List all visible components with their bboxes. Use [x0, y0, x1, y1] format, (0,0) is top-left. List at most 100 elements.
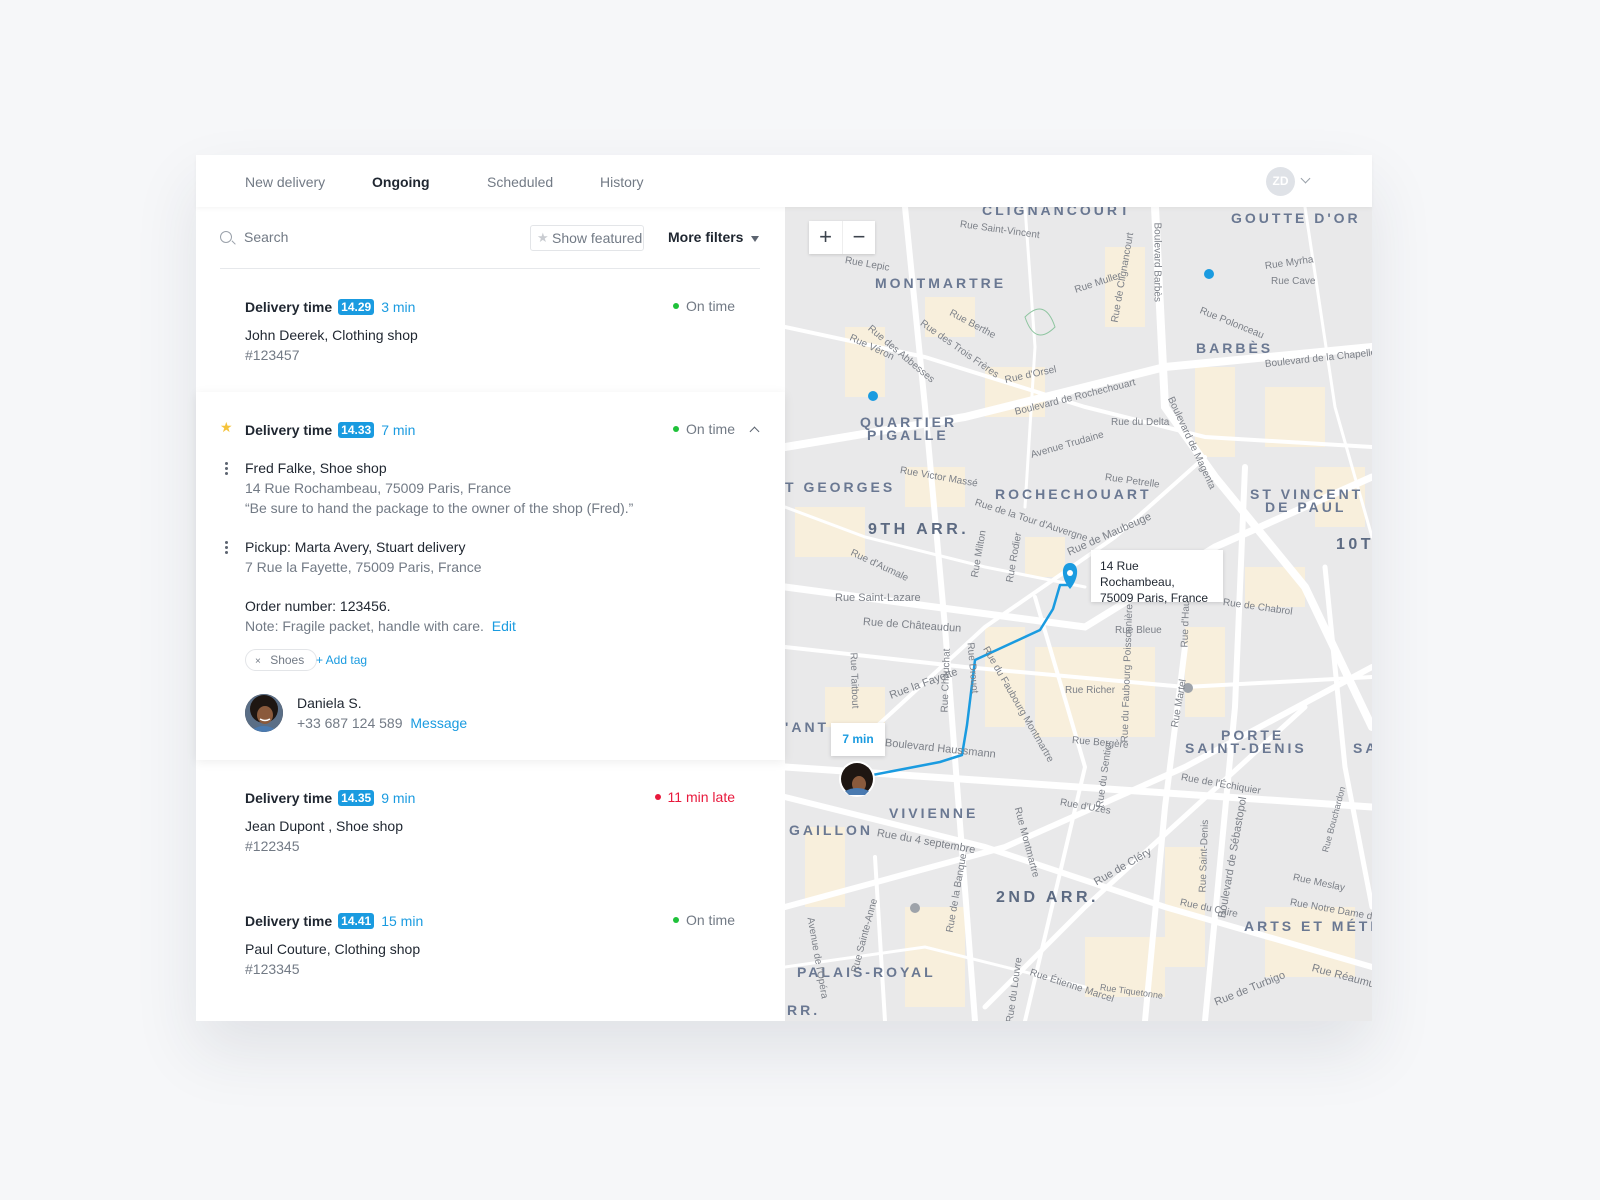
- courier-avatar: [245, 694, 283, 732]
- district-label: 2ND ARR.: [996, 889, 1099, 906]
- delivery-time-row: Delivery time 14.29 3 min: [245, 298, 415, 316]
- eta: 15 min: [381, 913, 424, 929]
- street-label: Rue Richer: [1065, 685, 1116, 696]
- status-text: On time: [685, 912, 735, 928]
- status-text: On time: [685, 421, 735, 437]
- street-label: Boulevard Barbès: [1151, 222, 1163, 303]
- tab-scheduled[interactable]: Scheduled: [487, 174, 553, 190]
- district-label: MONTMARTRE: [875, 275, 1007, 291]
- show-featured-label: Show featured: [552, 230, 643, 246]
- district-label: SAINT-DENIS: [1185, 740, 1307, 756]
- chevron-down-icon[interactable]: [1300, 173, 1311, 184]
- order-id: #123457: [245, 347, 300, 363]
- customer-name: Jean Dupont , Shoe shop: [245, 818, 404, 834]
- order-id: #122345: [245, 838, 300, 854]
- street-label: Rue Taitbout: [847, 652, 861, 709]
- delivery-time-label: Delivery time: [245, 913, 333, 929]
- district-label: SAI: [1353, 740, 1372, 756]
- courier-eta-popup: 7 min: [831, 723, 885, 756]
- user-avatar[interactable]: ZD: [1266, 167, 1295, 196]
- delivery-card[interactable]: Delivery time 14.29 3 min On time John D…: [196, 287, 785, 392]
- district-label: VIVIENNE: [889, 805, 979, 821]
- dropoff-more-icon[interactable]: [225, 462, 228, 477]
- customer-name: John Deerek, Clothing shop: [245, 327, 418, 343]
- time-badge: 14.41: [338, 913, 375, 929]
- map-marker-dot: [1204, 269, 1214, 279]
- district-label: 9TH ARR.: [868, 521, 970, 538]
- district-label: BARBÈS: [1196, 340, 1274, 356]
- popup-line: 75009 Paris, France: [1100, 591, 1209, 605]
- show-featured-button[interactable]: ★ Show featured: [530, 225, 644, 251]
- featured-star-icon[interactable]: ★: [220, 419, 233, 436]
- delivery-time-label: Delivery time: [245, 299, 333, 315]
- district-label: RR.: [787, 1002, 821, 1018]
- star-icon: ★: [537, 230, 549, 245]
- chevron-up-icon[interactable]: [749, 426, 760, 437]
- eta: 3 min: [381, 299, 416, 315]
- courier-name: Daniela S.: [297, 695, 362, 711]
- district-label: ARTS ET MÉTI: [1244, 918, 1372, 934]
- district-label: DE PAUL: [1265, 499, 1347, 515]
- status-text: 11 min late: [667, 789, 735, 805]
- district-label: 10T: [1336, 536, 1372, 553]
- zoom-out-button[interactable]: −: [842, 221, 875, 254]
- district-label: CLIGNANCOURT: [982, 207, 1132, 218]
- pickup-address: 7 Rue la Fayette, 75009 Paris, France: [245, 559, 482, 575]
- delivery-card[interactable]: Delivery time 14.35 9 min 11 min late Je…: [196, 760, 785, 883]
- status-badge: 11 min late: [654, 789, 735, 805]
- district-label: 'ANT: [785, 719, 830, 735]
- dropoff-instructions: “Be sure to hand the package to the owne…: [245, 500, 634, 516]
- status-dot-icon: [654, 794, 661, 800]
- delivery-card[interactable]: Delivery time 14.41 15 min On time Paul …: [196, 883, 785, 1006]
- delivery-time-row: Delivery time 14.41 15 min: [245, 912, 423, 930]
- search-icon: [220, 231, 232, 243]
- street-label: Rue Chauchat: [939, 648, 953, 713]
- add-tag-button[interactable]: + Add tag: [316, 653, 367, 667]
- street-label: Rue Saint-Lazare: [835, 592, 921, 604]
- district-label: GOUTTE D'OR: [1231, 210, 1361, 226]
- time-badge: 14.33: [338, 422, 375, 438]
- courier-map-avatar[interactable]: [839, 761, 875, 797]
- pickup-more-icon[interactable]: [225, 541, 228, 556]
- app-window: New delivery Ongoing Scheduled History Z…: [196, 155, 1372, 1021]
- customer-name: Paul Couture, Clothing shop: [245, 941, 421, 957]
- delivery-card-expanded[interactable]: ★ Delivery time 14.33 7 min On time Fred…: [196, 392, 785, 760]
- status-dot-icon: [672, 426, 679, 432]
- message-courier-link[interactable]: Message: [410, 715, 467, 731]
- pickup-name: Pickup: Marta Avery, Stuart delivery: [245, 539, 466, 555]
- remove-tag-icon[interactable]: ×: [255, 656, 261, 667]
- dropoff-address: 14 Rue Rochambeau, 75009 Paris, France: [245, 480, 512, 496]
- eta: 7 min: [381, 422, 416, 438]
- search-input[interactable]: [244, 229, 504, 245]
- map-marker-dot: [910, 903, 920, 913]
- popup-line: 14 Rue Rochambeau,: [1100, 559, 1175, 589]
- edit-note-link[interactable]: Edit: [492, 618, 516, 634]
- delivery-list-panel: ★ Show featured More filters Delivery ti…: [196, 207, 785, 1021]
- top-navigation: New delivery Ongoing Scheduled History Z…: [196, 155, 1372, 207]
- tag-label: Shoes: [270, 653, 305, 667]
- tab-ongoing[interactable]: Ongoing: [372, 174, 430, 190]
- zoom-in-button[interactable]: +: [809, 221, 842, 254]
- street-label: Rue du Delta: [1111, 417, 1170, 428]
- caret-down-icon[interactable]: [751, 236, 759, 242]
- tab-new-delivery[interactable]: New delivery: [245, 174, 325, 190]
- dropoff-name: Fred Falke, Shoe shop: [245, 460, 387, 476]
- filter-bar: ★ Show featured More filters: [220, 225, 760, 269]
- more-filters-button[interactable]: More filters: [668, 229, 743, 245]
- zoom-controls: + −: [809, 221, 875, 254]
- district-label: T GEORGES: [785, 479, 896, 495]
- map-view[interactable]: + − CLIGNANCOURT GOUTTE D'OR MONTMARTRE …: [785, 207, 1372, 1021]
- courier-contact: +33 687 124 589 Message: [297, 715, 467, 731]
- district-label: GAILLON: [789, 822, 873, 838]
- time-badge: 14.29: [338, 299, 375, 315]
- status-badge: On time: [672, 298, 735, 314]
- courier-phone: +33 687 124 589: [297, 715, 403, 731]
- map-marker-dot: [868, 391, 878, 401]
- delivery-time-label: Delivery time: [245, 422, 333, 438]
- street-label: Rue Bleue: [1115, 625, 1162, 636]
- district-label: ROCHECHOUART: [995, 486, 1152, 502]
- status-text: On time: [685, 298, 735, 314]
- delivery-time-label: Delivery time: [245, 790, 333, 806]
- note-text: Note: Fragile packet, handle with care.: [245, 618, 484, 634]
- tab-history[interactable]: History: [600, 174, 644, 190]
